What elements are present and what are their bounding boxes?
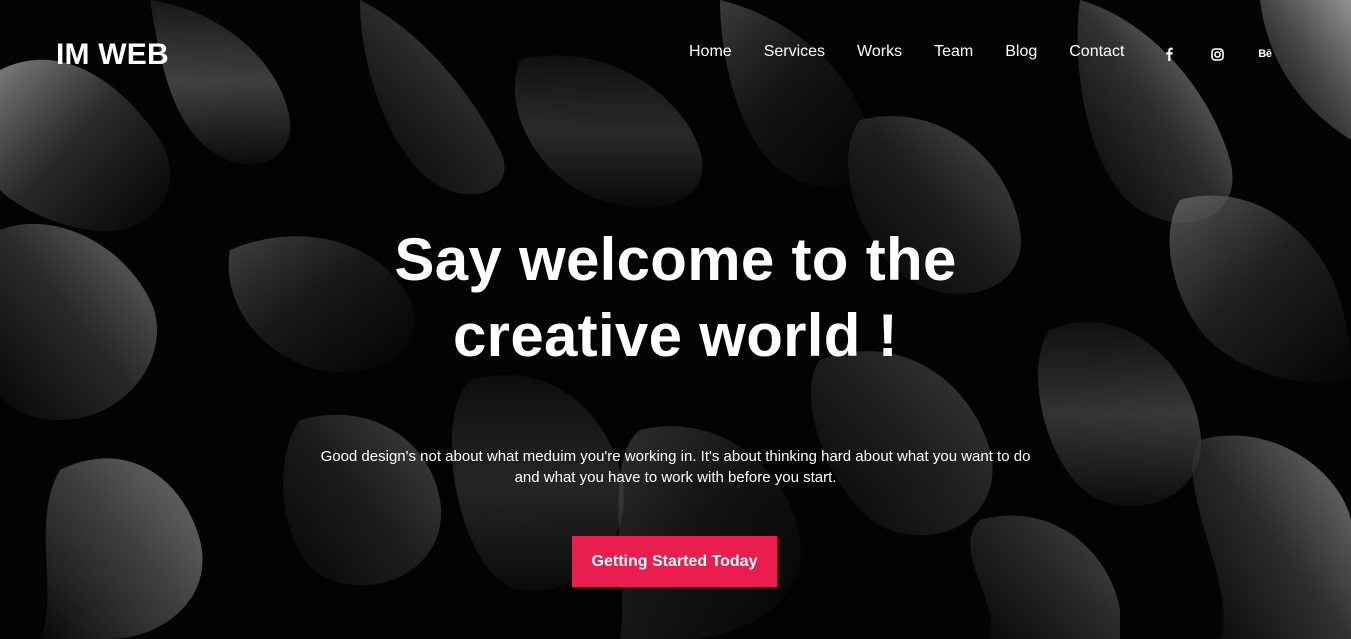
facebook-icon [1166,47,1173,61]
hero-subtext: Good design's not about what meduim you'… [286,446,1066,488]
getting-started-button[interactable]: Getting Started Today [572,536,777,587]
behance-link[interactable]: Bē [1252,44,1278,64]
nav-link-works[interactable]: Works [841,41,918,63]
navbar: IM WEB Home Services Works Team Blog Con… [0,0,1351,110]
hero-headline: Say welcome to the creative world ! [326,222,1026,374]
behance-icon: Bē [1258,48,1272,60]
nav-link-team[interactable]: Team [918,41,989,63]
nav-link-blog[interactable]: Blog [989,41,1053,63]
nav-link-contact[interactable]: Contact [1053,41,1140,63]
nav-link-services[interactable]: Services [748,41,841,63]
site-logo[interactable]: IM WEB [56,38,169,72]
hero-subtext-line-2: and what you have to work with before yo… [514,469,837,486]
main-menu: Home Services Works Team Blog Contact [673,41,1140,63]
nav-link-home[interactable]: Home [673,41,748,63]
hero-content: Say welcome to the creative world ! Good… [0,222,1351,488]
instagram-link[interactable] [1204,44,1230,64]
facebook-link[interactable] [1156,44,1182,64]
instagram-icon [1210,47,1224,61]
hero-headline-line-1: Say welcome to the [394,226,957,293]
hero-headline-line-2: creative world ! [453,302,898,369]
hero-subtext-line-1: Good design's not about what meduim you'… [320,448,1031,465]
social-links: Bē [1156,44,1278,64]
hero-section: IM WEB Home Services Works Team Blog Con… [0,0,1351,639]
